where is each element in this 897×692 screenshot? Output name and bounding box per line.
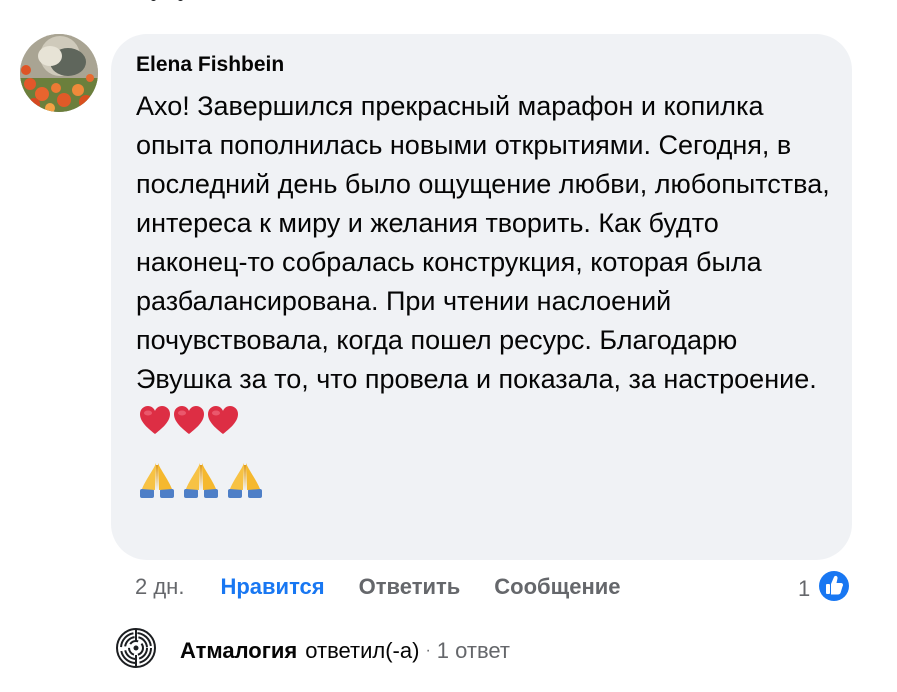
red-heart-icon bbox=[206, 404, 240, 447]
like-button[interactable]: Нравится bbox=[220, 574, 324, 600]
red-heart-icon bbox=[172, 404, 206, 447]
comment-author[interactable]: Elena Fishbein bbox=[136, 50, 828, 79]
comment-text: Ахо! Завершился прекрасный марафон и коп… bbox=[136, 91, 830, 394]
comment-bubble: Elena Fishbein Ахо! Завершился прекрасны… bbox=[111, 34, 852, 560]
comment-text-block: Ахо! Завершился прекрасный марафон и коп… bbox=[136, 87, 836, 447]
message-button[interactable]: Сообщение bbox=[494, 574, 620, 600]
separator-dot: · bbox=[425, 642, 431, 659]
reaction-count: 1 bbox=[798, 576, 811, 601]
hearts-emoji-group bbox=[138, 404, 240, 447]
comment-thread: Elena Fishbein Ахо! Завершился прекрасны… bbox=[0, 0, 897, 692]
reply-button[interactable]: Ответить bbox=[359, 574, 461, 600]
previous-content-fragment bbox=[150, 0, 210, 6]
reply-verb: ответил(-а) bbox=[305, 638, 420, 663]
pray-emoji-group bbox=[136, 459, 828, 504]
reply-author[interactable]: Атмалогия bbox=[180, 638, 297, 664]
page-logo-icon bbox=[116, 628, 156, 674]
comment-actions: 2 дн. Нравится Ответить Сообщение bbox=[135, 571, 621, 603]
reply-summary[interactable]: Атмалогия ответил(-а) · 1 ответ bbox=[116, 628, 510, 674]
reaction-summary[interactable]: 1 bbox=[798, 568, 852, 610]
folded-hands-icon bbox=[136, 459, 178, 504]
folded-hands-icon bbox=[224, 459, 266, 504]
thumbs-up-icon bbox=[816, 568, 852, 610]
comment-timestamp[interactable]: 2 дн. bbox=[135, 574, 184, 600]
folded-hands-icon bbox=[180, 459, 222, 504]
avatar[interactable] bbox=[20, 34, 98, 112]
red-heart-icon bbox=[138, 404, 172, 447]
reply-count[interactable]: 1 ответ bbox=[437, 638, 510, 664]
